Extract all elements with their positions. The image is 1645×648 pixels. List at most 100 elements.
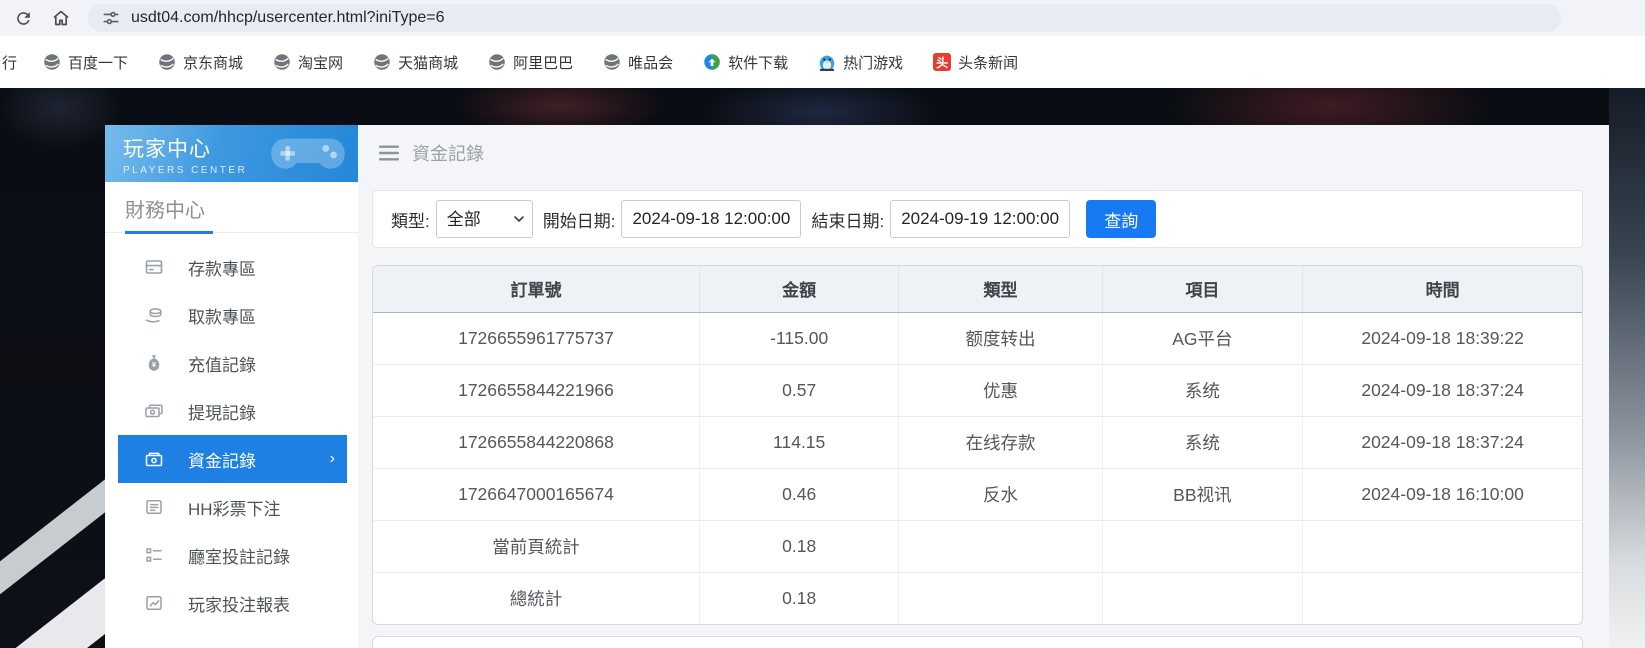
bookmark-baidu[interactable]: 百度一下	[43, 52, 128, 73]
sidebar-item-recharge-records[interactable]: ¥ 充值記錄	[118, 339, 347, 387]
backdrop-right-fade	[1609, 88, 1645, 648]
bookmark-taobao[interactable]: 淘宝网	[273, 52, 343, 73]
type-select-wrap: 全部	[436, 200, 533, 238]
bookmark-alibaba[interactable]: 阿里巴巴	[488, 52, 573, 73]
cell-grand-total-amount: 0.18	[699, 572, 898, 624]
globe-favicon-icon	[43, 53, 61, 71]
col-header-amount: 金額	[699, 266, 898, 312]
chevron-right-icon: ›	[330, 450, 335, 468]
cell-time: 2024-09-18 16:10:00	[1303, 468, 1582, 520]
content-header: 資金記錄	[372, 135, 1583, 171]
sidebar-menu: 存款專區 取款專區 ¥ 充值記錄 提現記錄 資金記錄 ›	[118, 243, 347, 627]
cell-time: 2024-09-18 18:37:24	[1303, 364, 1582, 416]
cell-item: 系统	[1102, 364, 1303, 416]
cell-item: AG平台	[1102, 312, 1303, 364]
bookmark-partial[interactable]: 行	[2, 52, 17, 73]
sidebar-item-withdraw-zone[interactable]: 取款專區	[118, 291, 347, 339]
sidebar-item-hh-lottery-bets[interactable]: HH彩票下注	[118, 483, 347, 531]
player-report-icon	[144, 593, 164, 613]
bookmark-hot-games[interactable]: 热门游戏	[818, 52, 903, 73]
table-row-page-total: 當前頁統計 0.18	[373, 520, 1582, 572]
sidebar-item-deposit-zone[interactable]: 存款專區	[118, 243, 347, 291]
funds-table: 訂單號 金額 類型 項目 時間 1726655961775737 -115.00…	[373, 266, 1582, 624]
toutiao-favicon-icon: 头	[933, 53, 951, 71]
banner-title: 玩家中心	[123, 133, 358, 163]
software-download-favicon-icon	[703, 53, 721, 71]
withdrawal-record-icon	[144, 401, 164, 421]
cell-order-no: 1726655844221966	[373, 364, 699, 416]
sidebar-item-funds-records[interactable]: 資金記錄 ›	[118, 435, 347, 483]
sidebar-banner: 玩家中心 PLAYERS CENTER	[105, 125, 358, 182]
page-title: 資金記錄	[412, 140, 484, 166]
main-content: 資金記錄 類型: 全部 開始日期: 結束日期: 查詢	[358, 125, 1609, 648]
table-header-row: 訂單號 金額 類型 項目 時間	[373, 266, 1582, 312]
sidebar: 玩家中心 PLAYERS CENTER 財務中心 存款專區 取款專區	[105, 125, 358, 648]
cell-time: 2024-09-18 18:37:24	[1303, 416, 1582, 468]
cell-type: 优惠	[899, 364, 1102, 416]
recharge-record-icon: ¥	[144, 353, 164, 373]
start-date-label: 開始日期:	[543, 207, 616, 232]
cell-grand-total-label: 總統計	[373, 572, 699, 624]
bookmark-tmall[interactable]: 天猫商城	[373, 52, 458, 73]
funds-record-icon	[144, 449, 164, 469]
table-row: 1726655961775737 -115.00 额度转出 AG平台 2024-…	[373, 312, 1582, 364]
sidebar-item-withdrawal-records[interactable]: 提現記錄	[118, 387, 347, 435]
sidebar-section-finance: 財務中心	[105, 182, 358, 233]
bookmarks-bar: 行 百度一下 京东商城 淘宝网 天猫商城 阿里巴巴 唯品会 软件下载 热门游戏 …	[0, 36, 1645, 88]
cell-order-no: 1726655844220868	[373, 416, 699, 468]
cell-amount: 0.46	[699, 468, 898, 520]
col-header-time: 時間	[1303, 266, 1582, 312]
table-row-grand-total: 總統計 0.18	[373, 572, 1582, 624]
cell-type: 在线存款	[899, 416, 1102, 468]
pagination-panel-partial	[372, 636, 1583, 648]
end-date-input[interactable]	[890, 200, 1070, 238]
cell-page-total-label: 當前頁統計	[373, 520, 699, 572]
cell-item: 系统	[1102, 416, 1303, 468]
cell-amount: -115.00	[699, 312, 898, 364]
globe-favicon-icon	[158, 53, 176, 71]
sidebar-item-hall-bet-records[interactable]: 廳室投註記錄	[118, 531, 347, 579]
browser-toolbar: usdt04.com/hhcp/usercenter.html?iniType=…	[0, 0, 1645, 36]
section-title-underline	[125, 231, 213, 234]
lottery-bet-icon	[144, 497, 164, 517]
globe-favicon-icon	[488, 53, 506, 71]
site-settings-tune-icon[interactable]	[102, 9, 120, 27]
bookmark-jd[interactable]: 京东商城	[158, 52, 243, 73]
banner-subtitle: PLAYERS CENTER	[123, 165, 358, 176]
table-row: 1726655844220868 114.15 在线存款 系统 2024-09-…	[373, 416, 1582, 468]
funds-table-panel: 訂單號 金額 類型 項目 時間 1726655961775737 -115.00…	[372, 265, 1583, 625]
globe-favicon-icon	[373, 53, 391, 71]
url-text: usdt04.com/hhcp/usercenter.html?iniType=…	[131, 9, 445, 27]
bookmark-toutiao-news[interactable]: 头 头条新闻	[933, 52, 1018, 73]
bookmark-software-download[interactable]: 软件下载	[703, 52, 788, 73]
type-filter-label: 類型:	[391, 207, 430, 232]
type-select[interactable]: 全部	[436, 200, 533, 238]
sidebar-item-player-bet-report[interactable]: 玩家投注報表	[118, 579, 347, 627]
table-row: 1726655844221966 0.57 优惠 系统 2024-09-18 1…	[373, 364, 1582, 416]
home-icon[interactable]	[50, 7, 72, 29]
cell-type: 反水	[899, 468, 1102, 520]
bookmark-vip[interactable]: 唯品会	[603, 52, 673, 73]
filter-panel: 類型: 全部 開始日期: 結束日期: 查詢	[372, 190, 1583, 248]
page-area: 玩家中心 PLAYERS CENTER 財務中心 存款專區 取款專區	[0, 88, 1645, 648]
cell-type: 额度转出	[899, 312, 1102, 364]
cell-order-no: 1726647000165674	[373, 468, 699, 520]
start-date-input[interactable]	[621, 200, 801, 238]
cell-page-total-amount: 0.18	[699, 520, 898, 572]
cell-item: BB视讯	[1102, 468, 1303, 520]
player-center-panel: 玩家中心 PLAYERS CENTER 財務中心 存款專區 取款專區	[105, 125, 1609, 648]
hamburger-menu-icon[interactable]	[379, 145, 399, 161]
url-bar[interactable]: usdt04.com/hhcp/usercenter.html?iniType=…	[88, 4, 1561, 32]
hot-games-favicon-icon	[818, 53, 836, 72]
cell-order-no: 1726655961775737	[373, 312, 699, 364]
cell-amount: 114.15	[699, 416, 898, 468]
cell-amount: 0.57	[699, 364, 898, 416]
cell-time: 2024-09-18 18:39:22	[1303, 312, 1582, 364]
search-button[interactable]: 查詢	[1086, 200, 1156, 238]
reload-icon[interactable]	[12, 7, 34, 29]
withdraw-icon	[144, 305, 164, 325]
col-header-type: 類型	[899, 266, 1102, 312]
hall-bet-record-icon	[144, 545, 164, 565]
sidebar-section-title: 財務中心	[125, 194, 358, 223]
deposit-icon	[144, 257, 164, 277]
